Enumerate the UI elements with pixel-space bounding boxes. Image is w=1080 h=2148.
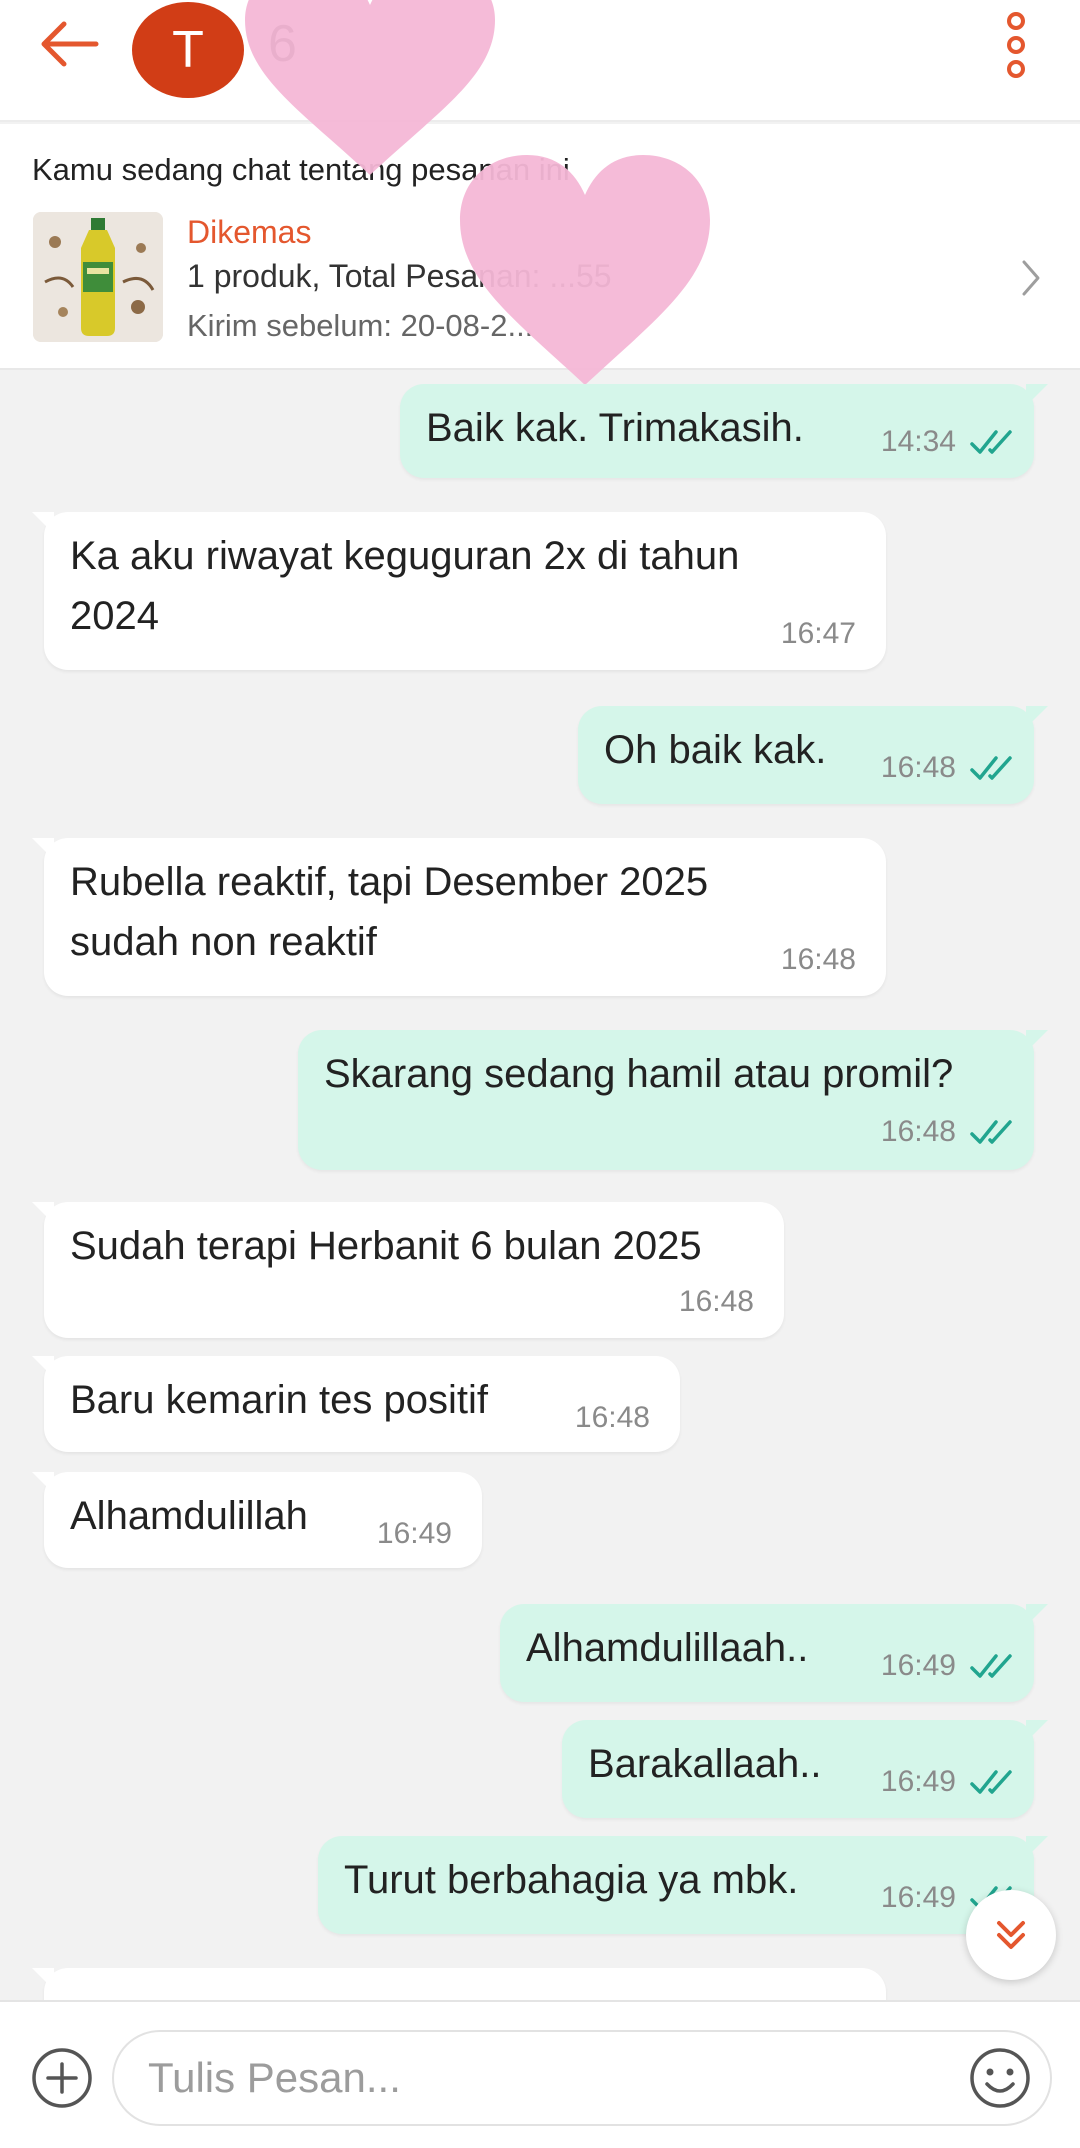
message-input[interactable] [112, 2030, 1052, 2126]
chat-header: T 6 [0, 0, 1080, 122]
chevron-double-down-icon [997, 1921, 1025, 1949]
message-text: sudah non reaktif [70, 920, 377, 964]
message-time: 16:48 [678, 1285, 754, 1318]
message-text: Barakallaah.. [588, 1742, 822, 1786]
message-bubble-outgoing[interactable]: Barakallaah.. 16:49 [562, 1720, 1048, 1818]
message-text: 2024 [70, 594, 159, 638]
message-text: Alhamdulillaah.. [526, 1626, 809, 1670]
message-text: Skarang sedang hamil atau promil? [324, 1052, 954, 1096]
double-check-icon [970, 756, 1012, 780]
message-time: 16:48 [880, 751, 956, 784]
message-time: 16:49 [880, 1765, 956, 1798]
more-vertical-icon[interactable] [998, 12, 1034, 78]
message-text: Alhamdulillah [70, 1494, 308, 1538]
heart-sticker [460, 155, 710, 385]
message-bubble-incoming[interactable]: Sudah terapi Herbanit 6 bulan 2025 16:48 [32, 1202, 784, 1338]
emoji-icon[interactable] [968, 2046, 1032, 2110]
message-time: 16:49 [880, 1881, 956, 1914]
message-text: Rubella reaktif, tapi Desember 2025 [70, 860, 709, 904]
double-check-icon [970, 1770, 1012, 1794]
message-text: Baru kemarin tes positif [70, 1378, 488, 1422]
avatar[interactable]: T [132, 2, 244, 98]
message-time: 16:48 [880, 1115, 956, 1148]
double-check-icon [970, 1654, 1012, 1678]
message-bubble-outgoing[interactable]: Turut berbahagia ya mbk. 16:49 [318, 1836, 1048, 1934]
message-bubble-outgoing[interactable]: Baik kak. Trimakasih. 14:34 [400, 384, 1048, 478]
message-bubble-outgoing[interactable]: Oh baik kak. 16:48 [578, 706, 1048, 804]
message-text: Sudah terapi Herbanit 6 bulan 2025 [70, 1224, 702, 1268]
message-time: 14:34 [880, 425, 956, 458]
message-bubble-incoming[interactable]: Baru kemarin tes positif 16:48 [32, 1356, 680, 1452]
message-text: Oh baik kak. [604, 728, 827, 772]
message-time: 16:49 [376, 1517, 452, 1550]
add-circle-icon[interactable] [30, 2046, 94, 2110]
message-time: 16:49 [880, 1649, 956, 1682]
order-status: Dikemas [187, 214, 312, 250]
scroll-to-bottom-button[interactable] [966, 1890, 1056, 1980]
message-composer [0, 2000, 1080, 2148]
message-bubble-incoming[interactable]: Ka aku riwayat keguguran 2x di tahun 202… [32, 512, 886, 670]
message-bubble-outgoing[interactable]: Skarang sedang hamil atau promil? 16:48 [298, 1030, 1048, 1170]
message-bubble-incoming[interactable]: Alhamdulillah 16:49 [32, 1472, 482, 1568]
double-check-icon [970, 430, 1012, 454]
message-bubble-outgoing[interactable]: Alhamdulillaah.. 16:49 [500, 1604, 1048, 1702]
message-text: Ka aku riwayat keguguran 2x di tahun [70, 534, 740, 578]
message-bubble-incoming[interactable]: Rubella reaktif, tapi Desember 2025 suda… [32, 838, 886, 996]
message-time: 16:48 [780, 943, 856, 976]
back-arrow-icon[interactable] [36, 16, 100, 72]
double-check-icon [970, 1120, 1012, 1144]
chevron-right-icon[interactable] [1020, 258, 1042, 298]
message-time: 16:48 [574, 1401, 650, 1434]
message-time: 16:47 [780, 617, 856, 650]
message-text: Turut berbahagia ya mbk. [344, 1858, 799, 1902]
message-text: Baik kak. Trimakasih. [426, 406, 804, 450]
product-thumbnail [33, 212, 163, 342]
